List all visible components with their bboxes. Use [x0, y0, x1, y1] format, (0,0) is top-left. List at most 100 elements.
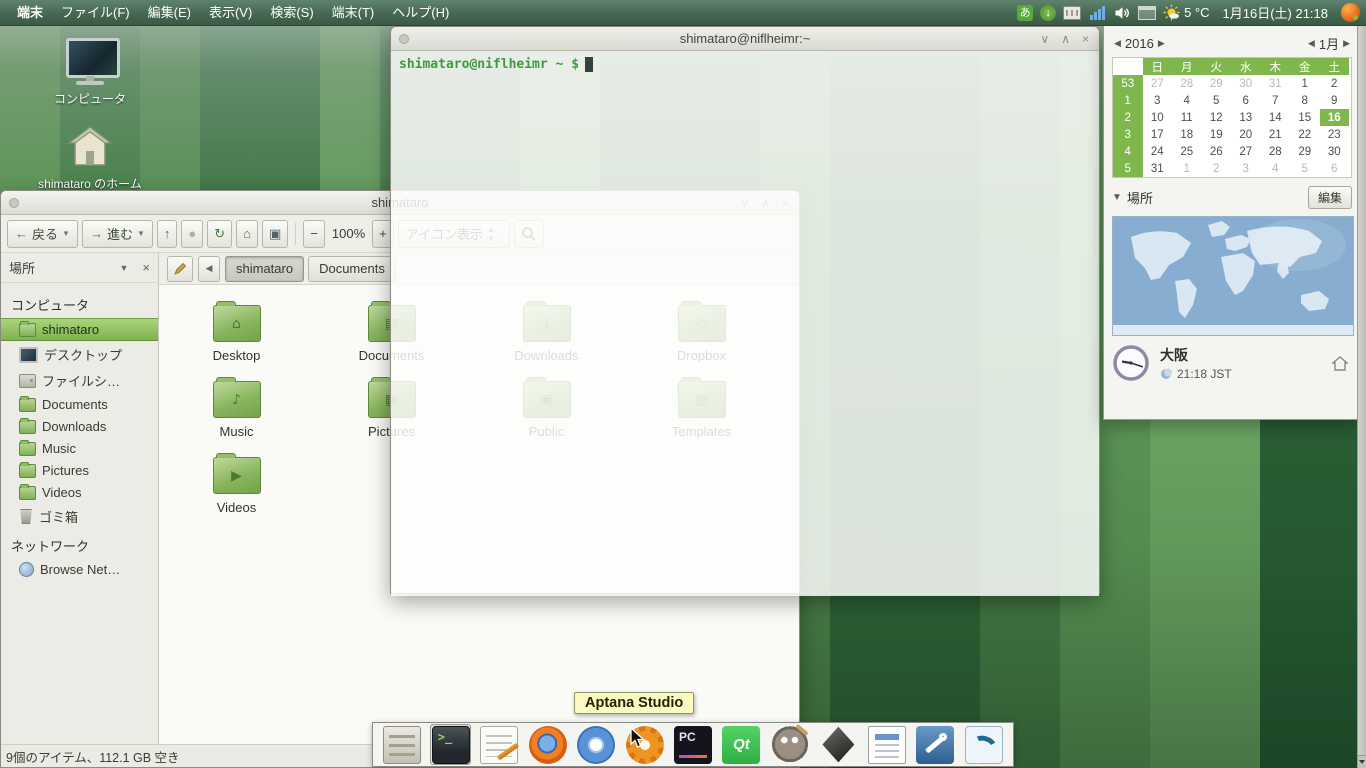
calendar-day[interactable]: 3 [1231, 160, 1261, 177]
calendar-day[interactable]: 14 [1261, 109, 1291, 126]
calendar-day[interactable]: 12 [1202, 109, 1232, 126]
calendar-day[interactable]: 28 [1261, 143, 1291, 160]
desktop-icon-home[interactable]: shimataro のホーム [38, 121, 142, 192]
panel-menu-item[interactable]: 検索(S) [261, 0, 322, 25]
folder-item[interactable]: ♪ Music [177, 375, 297, 439]
sidebar-item[interactable]: ゴミ箱 [1, 504, 158, 529]
sidebar-item[interactable]: Documents [1, 394, 158, 415]
panel-menu-item[interactable]: 端末(T) [323, 0, 384, 25]
year-next-icon[interactable]: ▶ [1158, 38, 1165, 49]
home-button[interactable]: ⌂ [236, 219, 258, 248]
calendar-day[interactable]: 13 [1231, 109, 1261, 126]
distro-badge-icon[interactable] [1341, 3, 1360, 22]
reload-button[interactable]: ↻ [207, 219, 233, 248]
calendar-day[interactable]: 2 [1202, 160, 1232, 177]
sidebar-item[interactable]: shimataro [1, 318, 158, 341]
calendar-day[interactable]: 3 [1143, 92, 1173, 109]
path-button[interactable]: Documents [308, 255, 396, 282]
calendar-day[interactable]: 29 [1290, 143, 1320, 160]
up-button[interactable]: ↑ [156, 219, 178, 248]
dock-chromium-button[interactable] [576, 724, 616, 765]
panel-menu-item[interactable]: 表示(V) [200, 0, 261, 25]
sidebar-item[interactable]: Pictures [1, 460, 158, 481]
computer-button[interactable]: ▣ [262, 219, 289, 248]
month-prev-icon[interactable]: ◀ [1308, 38, 1315, 49]
calendar-day[interactable]: 21 [1261, 126, 1291, 143]
path-edit-button[interactable] [167, 255, 193, 282]
forward-button[interactable]: → 進む ▼ [81, 219, 153, 248]
sidebar-close-icon[interactable]: × [142, 260, 150, 275]
network-monitor-icon[interactable] [1089, 5, 1105, 20]
folder-item[interactable]: ⌂ Desktop [177, 299, 297, 363]
path-button[interactable]: shimataro [225, 255, 305, 282]
window-list-icon[interactable] [1138, 5, 1157, 20]
dock-archive-manager-button[interactable] [382, 724, 422, 765]
sidebar-dropdown-icon[interactable]: ▼ [119, 263, 128, 273]
edit-locations-button[interactable]: 編集 [1307, 186, 1352, 209]
folder-item[interactable]: ▶ Videos [177, 451, 297, 515]
calendar-day[interactable]: 11 [1172, 109, 1202, 126]
terminal-body[interactable]: shimataro@niflheimr ~ $ [391, 51, 1099, 596]
dock-workbench-button[interactable] [915, 724, 955, 765]
panel-clock[interactable]: 1月16日(土) 21:18 [1217, 3, 1335, 22]
calendar-day[interactable]: 5 [1290, 160, 1320, 177]
dock-qt-creator-button[interactable]: Qt [721, 724, 761, 765]
calendar-day[interactable]: 31 [1261, 75, 1291, 92]
volume-icon[interactable] [1114, 5, 1130, 21]
calendar-day[interactable]: 22 [1290, 126, 1320, 143]
minimize-icon[interactable]: ∨ [1040, 32, 1049, 46]
calendar-day[interactable]: 29 [1202, 75, 1232, 92]
sidebar-item[interactable]: Browse Net… [1, 559, 158, 580]
calendar-day[interactable]: 10 [1143, 109, 1173, 126]
calendar-day[interactable]: 18 [1172, 126, 1202, 143]
calendar-day[interactable]: 19 [1202, 126, 1232, 143]
calendar-day[interactable]: 30 [1231, 75, 1261, 92]
calendar-day[interactable]: 24 [1143, 143, 1173, 160]
calendar-day[interactable]: 6 [1231, 92, 1261, 109]
calendar-day[interactable]: 4 [1261, 160, 1291, 177]
calendar-day[interactable]: 9 [1320, 92, 1350, 109]
sidebar-item[interactable]: Downloads [1, 416, 158, 437]
terminal-titlebar[interactable]: shimataro@niflheimr:~ ∨ ∧ × [391, 27, 1099, 51]
calendar-day[interactable]: 20 [1231, 126, 1261, 143]
calendar-day[interactable]: 1 [1290, 75, 1320, 92]
calendar-day[interactable]: 23 [1320, 126, 1350, 143]
sidebar-item[interactable]: ファイルシ… [1, 368, 158, 393]
calendar-day[interactable]: 1 [1172, 160, 1202, 177]
desktop-icon-computer[interactable]: コンピュータ [38, 36, 142, 107]
calendar-day[interactable]: 27 [1143, 75, 1173, 92]
zoom-out-button[interactable]: − [303, 219, 325, 248]
maximize-icon[interactable]: ∧ [1061, 32, 1070, 46]
calendar-day[interactable]: 16 [1319, 109, 1349, 126]
dock-text-editor-button[interactable] [479, 724, 519, 765]
calendar-day[interactable]: 7 [1261, 92, 1291, 109]
dock-gimp-button[interactable] [770, 724, 810, 765]
panel-menu-item[interactable]: ヘルプ(H) [383, 0, 458, 25]
calendar-day[interactable]: 2 [1320, 75, 1350, 92]
software-update-icon[interactable]: ↓ [1040, 4, 1057, 21]
keyboard-layout-icon[interactable] [1063, 5, 1082, 20]
stop-button[interactable]: ● [181, 219, 204, 248]
dock-terminal-button[interactable] [430, 724, 471, 765]
calendar-day[interactable]: 15 [1290, 109, 1320, 126]
home-location-icon[interactable] [1332, 355, 1348, 371]
path-scroll-left-button[interactable]: ◀ [198, 255, 220, 282]
calendar-day[interactable]: 4 [1172, 92, 1202, 109]
panel-menu-item[interactable]: 編集(E) [139, 0, 200, 25]
scrollbar-arrow-icon[interactable] [1358, 755, 1366, 768]
sidebar-item[interactable]: Music [1, 438, 158, 459]
calendar-day[interactable]: 8 [1290, 92, 1320, 109]
sidebar-item[interactable]: Videos [1, 482, 158, 503]
expander-icon[interactable]: ▼ [1112, 192, 1122, 203]
dock-inkscape-button[interactable] [818, 724, 858, 765]
year-prev-icon[interactable]: ◀ [1114, 38, 1121, 49]
panel-menu-item[interactable]: ファイル(F) [52, 0, 139, 25]
back-dropdown-icon[interactable]: ▼ [62, 229, 70, 238]
calendar-day[interactable]: 26 [1202, 143, 1232, 160]
dock-phpstorm-button[interactable]: PC [673, 724, 713, 765]
dock-writer-button[interactable] [867, 724, 907, 765]
calendar-day[interactable]: 30 [1320, 143, 1350, 160]
back-button[interactable]: ← 戻る ▼ [7, 219, 78, 248]
forward-dropdown-icon[interactable]: ▼ [137, 229, 145, 238]
panel-menu-item[interactable]: 端末 [8, 0, 52, 25]
